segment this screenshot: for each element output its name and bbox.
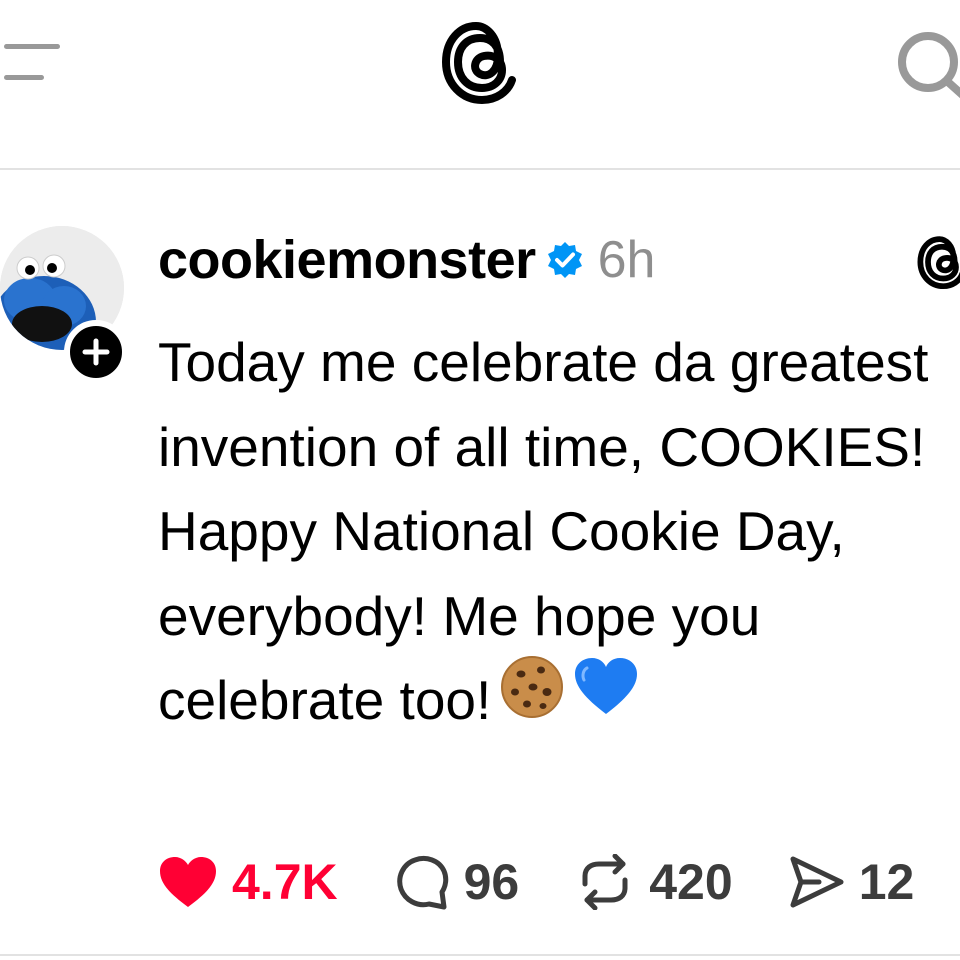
thread-post: cookiemonster 6h Today me celebrate da g… [0, 170, 960, 960]
heart-icon [160, 857, 216, 907]
follow-plus-button[interactable] [64, 320, 128, 384]
post-text: Today me celebrate da greatest invention… [158, 320, 948, 749]
cookie-emoji [499, 654, 565, 744]
threads-logo-icon[interactable] [914, 232, 960, 292]
repost-button[interactable]: 420 [575, 853, 733, 911]
threads-logo-icon[interactable] [436, 16, 524, 108]
reply-count: 96 [463, 854, 520, 910]
post-timestamp: 6h [597, 231, 656, 289]
blue-heart-emoji [573, 656, 639, 742]
post-header: cookiemonster 6h [158, 228, 655, 292]
top-bar [0, 0, 960, 170]
verified-badge-icon [546, 241, 584, 279]
like-button[interactable]: 4.7K [158, 853, 338, 911]
menu-icon[interactable] [4, 42, 60, 82]
post-actions: 4.7K 96 420 12 [158, 842, 914, 922]
username[interactable]: cookiemonster [158, 229, 536, 291]
share-count: 12 [858, 854, 915, 910]
reply-button[interactable]: 96 [394, 853, 520, 911]
comment-icon [396, 855, 448, 910]
send-icon [790, 856, 844, 908]
repost-count: 420 [649, 854, 733, 910]
like-count: 4.7K [232, 854, 338, 910]
repost-icon [582, 854, 628, 910]
share-button[interactable]: 12 [789, 853, 915, 911]
divider [0, 954, 960, 956]
search-icon[interactable] [888, 28, 960, 100]
